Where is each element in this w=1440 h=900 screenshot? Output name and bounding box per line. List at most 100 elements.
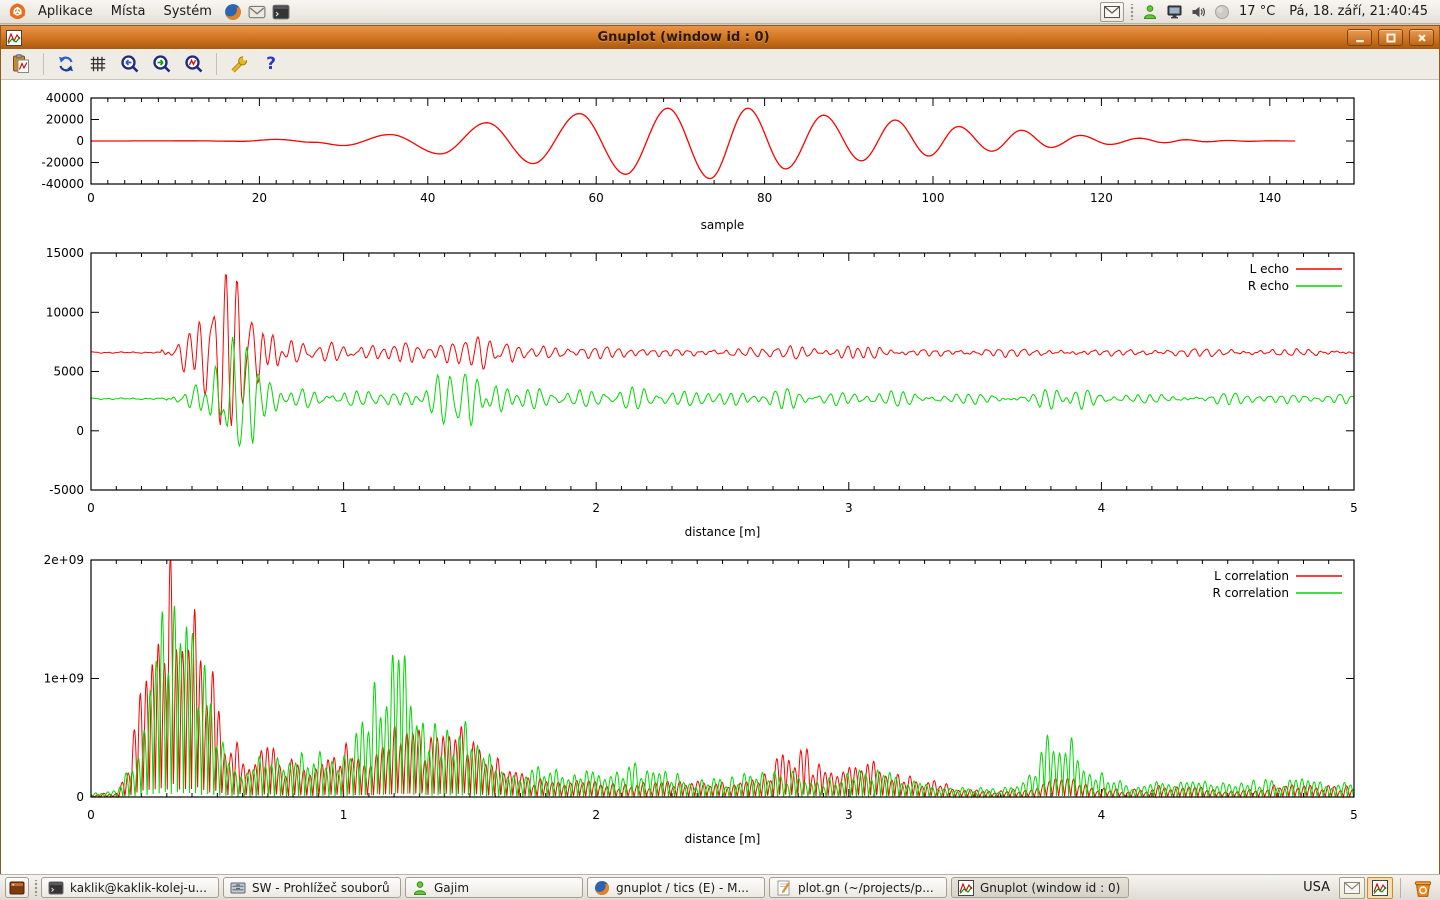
gajim-status-tray[interactable] xyxy=(1140,2,1160,22)
task-button-gajim[interactable]: Gajim xyxy=(405,877,583,898)
refresh-icon xyxy=(56,54,76,74)
y-tick-label: 15000 xyxy=(46,246,84,260)
clock-label[interactable]: Pá, 18. září, 21:40:45 xyxy=(1289,4,1428,19)
plots-svg: 020406080100120140-40000-200000200004000… xyxy=(1,81,1439,874)
x-tick-label: 0 xyxy=(87,808,95,822)
task-label: kaklik@kaklik-kolej-u... xyxy=(70,881,207,895)
zoom-previous-button[interactable] xyxy=(118,52,142,76)
minimize-button[interactable] xyxy=(1347,29,1372,46)
x-tick-label: 80 xyxy=(757,191,772,205)
x-tick-label: 3 xyxy=(845,808,853,822)
x-tick-label: 40 xyxy=(420,191,435,205)
y-tick-label: 10000 xyxy=(46,305,84,319)
axis-label: distance [m] xyxy=(685,832,761,846)
y-tick-label: -20000 xyxy=(41,156,84,170)
keyboard-layout-indicator[interactable]: USA xyxy=(1303,880,1330,895)
y-tick-label: 5000 xyxy=(53,365,84,379)
copy-to-clipboard-button[interactable] xyxy=(9,52,33,76)
firefox-launcher[interactable] xyxy=(223,2,243,22)
legend-label: L correlation xyxy=(1214,569,1289,583)
x-tick-label: 4 xyxy=(1098,501,1106,515)
ubuntu-menu-logo[interactable] xyxy=(7,2,27,22)
menu-applications[interactable]: Aplikace xyxy=(30,2,101,21)
gnuplot-canvas: 020406080100120140-40000-200000200004000… xyxy=(1,81,1439,874)
y-tick-label: -40000 xyxy=(41,177,84,191)
gnuplot-window: Gnuplot (window id : 0) xyxy=(0,25,1440,874)
mail-launcher[interactable] xyxy=(247,2,267,22)
gnuplot-window-icon xyxy=(6,30,22,46)
gnuplot-toolbar: ? xyxy=(1,49,1439,80)
legend-label: R correlation xyxy=(1212,586,1289,600)
mail-icon xyxy=(248,3,266,21)
volume-tray[interactable] xyxy=(1188,2,1208,22)
plot-area-3[interactable] xyxy=(91,560,1354,797)
task-button-firefox[interactable]: gnuplot / tics (E) - M... xyxy=(587,877,765,898)
envelope-icon xyxy=(1104,6,1120,18)
zoom-next-button[interactable] xyxy=(150,52,174,76)
x-tick-label: 120 xyxy=(1090,191,1113,205)
settings-button[interactable] xyxy=(227,52,251,76)
trash-applet[interactable] xyxy=(1411,876,1435,900)
terminal-icon xyxy=(272,3,290,21)
zoom-icon xyxy=(184,54,204,74)
plot-area-2[interactable] xyxy=(91,253,1354,490)
titlebar[interactable]: Gnuplot (window id : 0) xyxy=(1,26,1439,49)
task-button-file-manager[interactable]: SW - Prohlížeč souborů xyxy=(223,877,401,898)
series-l-echo xyxy=(91,275,1354,426)
weather-icon xyxy=(1214,4,1230,20)
y-tick-label: 0 xyxy=(76,790,84,804)
zoom-button[interactable] xyxy=(182,52,206,76)
maximize-button[interactable] xyxy=(1378,29,1403,46)
speaker-icon xyxy=(1190,4,1207,20)
mail-notification-button[interactable] xyxy=(1100,2,1124,22)
task-button-terminal[interactable]: kaklik@kaklik-kolej-u... xyxy=(41,877,219,898)
help-icon: ? xyxy=(266,56,276,73)
tasklist-drag-handle[interactable] xyxy=(34,880,38,896)
terminal-launcher[interactable] xyxy=(271,2,291,22)
file-manager-icon xyxy=(230,880,246,896)
display-tray[interactable] xyxy=(1164,2,1184,22)
task-button-gnuplot[interactable]: Gnuplot (window id : 0) xyxy=(951,877,1129,898)
axis-label: sample xyxy=(701,218,745,232)
task-label: Gnuplot (window id : 0) xyxy=(980,881,1120,895)
plot-area-1[interactable] xyxy=(91,98,1354,184)
menu-system[interactable]: Systém xyxy=(155,2,219,21)
series-l-correlation xyxy=(91,560,1354,797)
x-tick-label: 4 xyxy=(1098,808,1106,822)
gnuplot-icon xyxy=(1372,880,1388,896)
x-tick-label: 0 xyxy=(87,501,95,515)
y-tick-label: 20000 xyxy=(46,113,84,127)
tray-drag-handle[interactable] xyxy=(1130,4,1134,20)
grid-button[interactable] xyxy=(86,52,110,76)
mail-tray-button[interactable] xyxy=(1339,877,1365,899)
minimize-icon xyxy=(1354,32,1366,44)
x-tick-label: 3 xyxy=(845,501,853,515)
window-selector-button[interactable] xyxy=(5,877,29,898)
x-tick-label: 2 xyxy=(592,808,600,822)
menu-places[interactable]: Místa xyxy=(103,2,154,21)
y-tick-label: 40000 xyxy=(46,91,84,105)
x-tick-label: 0 xyxy=(87,191,95,205)
task-button-text-editor[interactable]: plot.gn (~/projects/p... xyxy=(769,877,947,898)
ubuntu-logo-icon xyxy=(9,3,26,20)
gnuplot-icon xyxy=(958,880,974,896)
firefox-icon xyxy=(224,3,242,21)
task-label: Gajim xyxy=(434,881,469,895)
x-tick-label: 1 xyxy=(340,501,348,515)
help-button[interactable]: ? xyxy=(259,52,283,76)
x-tick-label: 5 xyxy=(1350,501,1358,515)
chart-2: 012345-5000050001000015000distance [m]L … xyxy=(46,246,1358,539)
x-tick-label: 1 xyxy=(340,808,348,822)
copy-icon xyxy=(11,54,31,74)
toolbar-separator xyxy=(216,53,217,75)
legend-label: R echo xyxy=(1248,279,1289,293)
gajim-person-icon xyxy=(412,880,428,896)
temperature-label[interactable]: 17 °C xyxy=(1239,4,1275,19)
close-button[interactable] xyxy=(1409,29,1434,46)
x-tick-label: 140 xyxy=(1258,191,1281,205)
close-icon xyxy=(1416,32,1428,44)
task-label: gnuplot / tics (E) - M... xyxy=(616,881,749,895)
weather-tray[interactable] xyxy=(1212,2,1232,22)
replot-button[interactable] xyxy=(54,52,78,76)
gnuplot-tray-button[interactable] xyxy=(1367,877,1393,899)
